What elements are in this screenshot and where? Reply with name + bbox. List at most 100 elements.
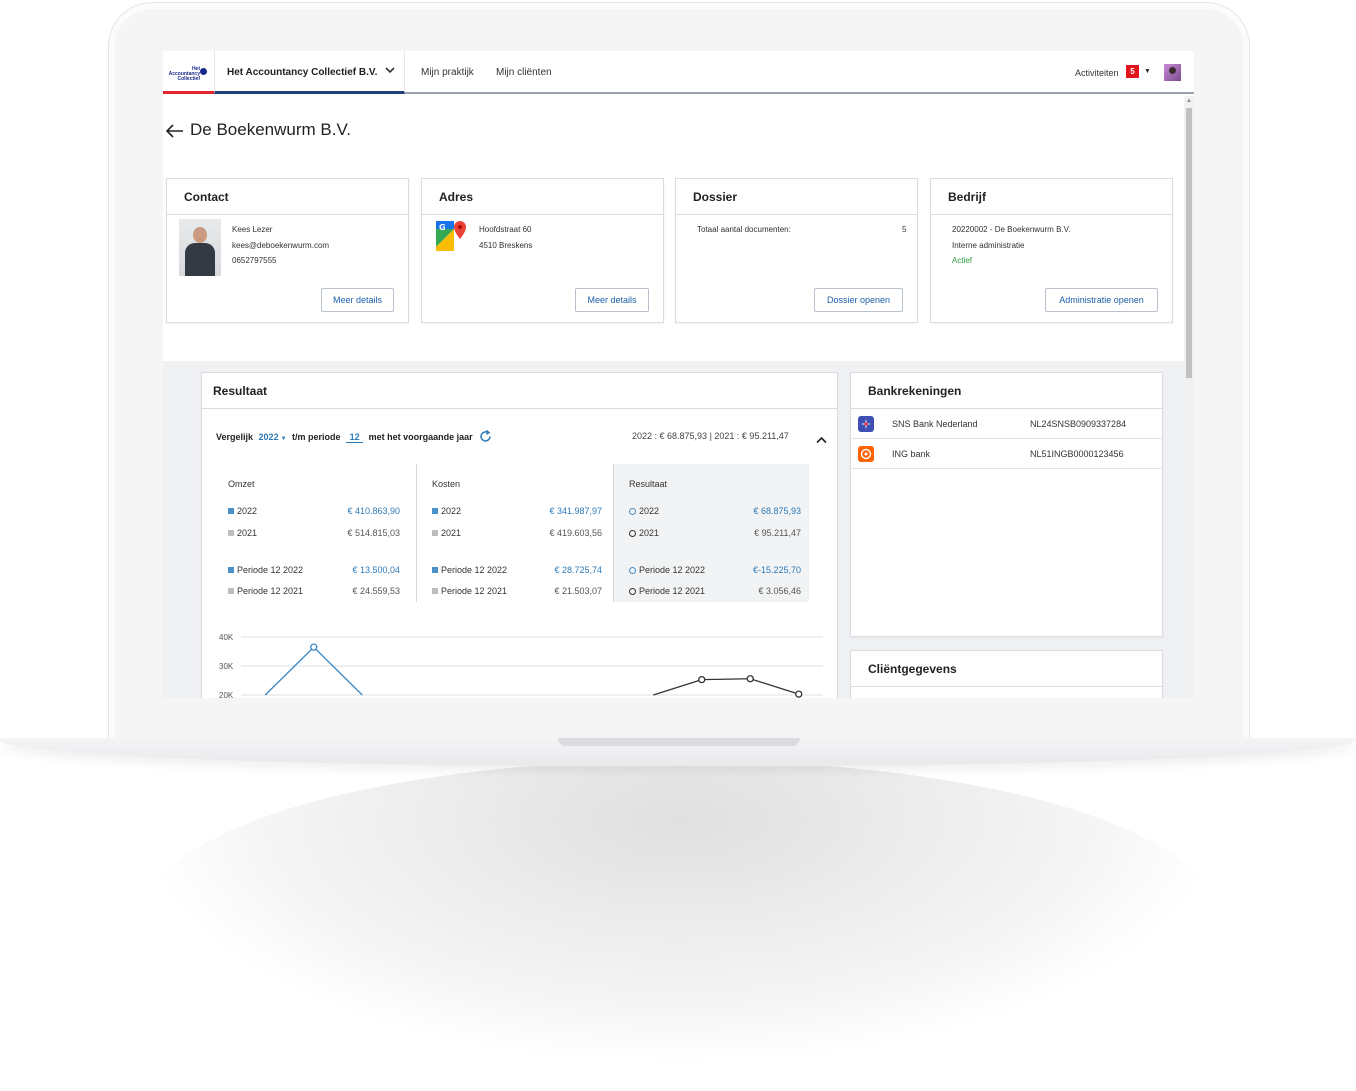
row-label-text: Periode 12 2022 xyxy=(639,565,706,575)
ing-bank-icon xyxy=(858,446,874,462)
year-select[interactable]: 2022 xyxy=(259,432,279,442)
card-title: Bankrekeningen xyxy=(868,384,962,398)
nav-link-mijn-clienten[interactable]: Mijn cliënten xyxy=(496,67,552,78)
row-value[interactable]: € 68.875,93 xyxy=(753,506,801,516)
row-value[interactable]: € 410.863,90 xyxy=(347,506,400,516)
activities-count-badge: 5 xyxy=(1126,65,1139,78)
scroll-thumb[interactable] xyxy=(1186,108,1192,378)
card-header: Cliëntgegevens xyxy=(851,651,1162,687)
address-card: Adres G Hoofdstraat 60 4510 Breskens Mee… xyxy=(421,178,664,323)
documents-count: 5 xyxy=(902,225,907,234)
card-title: Resultaat xyxy=(213,384,268,398)
row-label: 2022 xyxy=(432,506,461,516)
card-title: Dossier xyxy=(693,190,738,204)
row-label: 2021 xyxy=(629,528,659,538)
row-label: 2022 xyxy=(629,506,659,516)
contact-email[interactable]: kees@deboekenwurm.com xyxy=(232,241,329,250)
organization-switcher[interactable]: Het Accountancy Collectief B.V. xyxy=(214,51,405,94)
collapse-chevron-icon[interactable] xyxy=(816,431,827,449)
chevron-down-icon xyxy=(385,66,395,77)
user-avatar[interactable] xyxy=(1164,64,1181,81)
row-label-text: 2022 xyxy=(237,506,258,516)
result-summary: 2022 : € 68.875,93 | 2021 : € 95.211,47 xyxy=(632,431,789,441)
column-header: Omzet xyxy=(228,479,255,489)
row-label: 2022 xyxy=(228,506,257,516)
card-header: Bedrijf xyxy=(931,179,1172,215)
row-value: € 514.815,03 xyxy=(347,528,400,538)
column-header: Resultaat xyxy=(629,479,668,489)
laptop-mockup: Het Accountancy Collectief Het Accountan… xyxy=(0,0,1356,1091)
card-header: Resultaat xyxy=(202,373,837,409)
row-label-text: Periode 12 2022 xyxy=(441,565,508,575)
card-title: Cliëntgegevens xyxy=(868,662,957,676)
contact-name: Kees Lezer xyxy=(232,225,273,234)
data-point[interactable] xyxy=(746,675,754,683)
row-value[interactable]: € 13.500,04 xyxy=(352,565,400,575)
row-label-text: 2022 xyxy=(639,506,660,516)
row-value: € 24.559,53 xyxy=(352,586,400,596)
contact-photo xyxy=(179,219,221,276)
compare-label: Vergelijk xyxy=(216,432,254,442)
card-title: Adres xyxy=(439,190,474,204)
refresh-icon[interactable] xyxy=(479,429,492,445)
scrollbar[interactable]: ▲ xyxy=(1184,96,1194,698)
bank-row[interactable]: ING bank NL51INGB0000123456 xyxy=(851,439,1163,469)
open-administration-button[interactable]: Administratie openen xyxy=(1045,288,1158,312)
data-point[interactable] xyxy=(795,690,803,698)
nav-link-mijn-praktijk[interactable]: Mijn praktijk xyxy=(421,67,474,78)
result-card: Resultaat Vergelijk 2022 ▼ t/m periode 12… xyxy=(201,372,838,698)
y-tick-label: 30K xyxy=(219,662,234,671)
top-navigation: Het Accountancy Collectief Het Accountan… xyxy=(163,51,1194,94)
row-label-text: Periode 12 2021 xyxy=(639,586,706,596)
google-maps-icon[interactable]: G xyxy=(436,221,466,251)
data-point[interactable] xyxy=(698,675,706,684)
legend-square-icon xyxy=(228,567,234,573)
laptop-shadow xyxy=(150,760,1210,1060)
row-label-text: Periode 12 2021 xyxy=(441,586,508,596)
legend-square-icon xyxy=(432,530,438,536)
row-label: Periode 12 2021 xyxy=(629,586,705,596)
card-title: Contact xyxy=(184,190,229,204)
row-label: Periode 12 2022 xyxy=(432,565,507,575)
row-label: 2021 xyxy=(228,528,257,538)
bank-row[interactable]: SNS Bank Nederland NL24SNSB0909337284 xyxy=(851,409,1163,439)
company-card: Bedrijf 20220002 - De Boekenwurm B.V. In… xyxy=(930,178,1173,323)
contact-phone: 0652797555 xyxy=(232,256,277,265)
legend-ring-icon xyxy=(629,588,636,595)
legend-ring-icon xyxy=(629,530,636,537)
company-number-name: 20220002 - De Boekenwurm B.V. xyxy=(952,225,1071,234)
row-label: Periode 12 2022 xyxy=(228,565,303,575)
period-suffix: met het voorgaande jaar xyxy=(368,432,473,442)
scroll-up-icon[interactable]: ▲ xyxy=(1186,98,1192,104)
laptop-notch xyxy=(558,738,800,746)
caret-down-icon[interactable]: ▼ xyxy=(281,436,287,442)
sns-bank-icon xyxy=(858,416,874,432)
company-status: Actief xyxy=(952,256,973,265)
address-street: Hoofdstraat 60 xyxy=(479,225,532,234)
legend-square-icon xyxy=(432,508,438,514)
row-label-text: 2022 xyxy=(441,506,462,516)
address-details-button[interactable]: Meer details xyxy=(575,288,649,312)
legend-square-icon xyxy=(432,567,438,573)
open-dossier-button[interactable]: Dossier openen xyxy=(814,288,903,312)
row-value[interactable]: € 28.725,74 xyxy=(554,565,602,575)
row-label-text: Periode 12 2021 xyxy=(237,586,304,596)
row-value: € 419.603,56 xyxy=(549,528,602,538)
back-arrow-icon[interactable] xyxy=(165,120,184,143)
row-value[interactable]: € 341.987,97 xyxy=(549,506,602,516)
contact-details-button[interactable]: Meer details xyxy=(321,288,394,312)
logo-mark-icon xyxy=(200,68,207,75)
legend-ring-icon xyxy=(629,508,636,515)
caret-down-icon[interactable]: ▼ xyxy=(1144,68,1151,75)
row-value[interactable]: €-15.225,70 xyxy=(753,565,801,575)
activities-label[interactable]: Activiteiten xyxy=(1075,68,1119,78)
legend-square-icon xyxy=(228,530,234,536)
card-header: Adres xyxy=(422,179,663,215)
row-value: € 21.503,07 xyxy=(554,586,602,596)
period-label: t/m periode xyxy=(292,432,341,442)
brand-logo[interactable]: Het Accountancy Collectief xyxy=(163,51,214,94)
row-label: Periode 12 2021 xyxy=(432,586,507,596)
period-input[interactable]: 12 xyxy=(346,432,364,443)
row-value: € 95.211,47 xyxy=(754,528,801,538)
data-point[interactable] xyxy=(310,643,318,651)
